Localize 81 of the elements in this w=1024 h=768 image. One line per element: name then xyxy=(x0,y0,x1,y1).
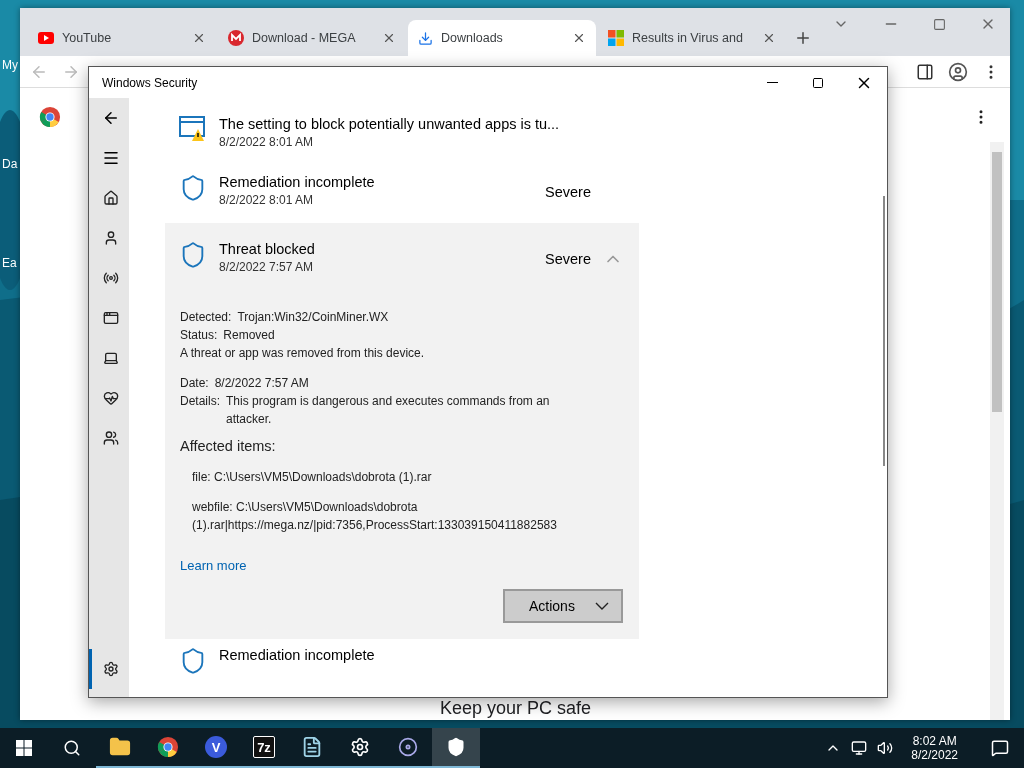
download-icon xyxy=(418,30,433,46)
desktop-icon-label[interactable]: My xyxy=(2,58,18,72)
severity-label: Severe xyxy=(545,183,591,200)
antenna-icon xyxy=(102,270,119,286)
page-heading: Keep your PC safe xyxy=(440,698,592,718)
window-title: Windows Security xyxy=(102,75,198,90)
side-panel-icon[interactable] xyxy=(916,62,934,81)
home-icon xyxy=(102,190,119,206)
tab-title: YouTube xyxy=(62,31,113,45)
menu-icon xyxy=(101,149,120,167)
heart-pulse-icon xyxy=(102,390,119,406)
four-squares-icon xyxy=(608,30,624,46)
m-logo-icon xyxy=(228,30,244,46)
item-time: 8/2/2022 8:01 AM xyxy=(219,192,315,207)
maximize-icon[interactable] xyxy=(933,17,946,31)
field-value: Trojan:Win32/CoinMiner.WX xyxy=(237,309,389,327)
video-icon xyxy=(38,32,54,44)
settings-icon xyxy=(350,737,370,757)
item-time: 8/2/2022 7:57 AM xyxy=(219,260,315,275)
window-warning-icon xyxy=(179,116,207,142)
window-icon xyxy=(102,310,119,326)
folder-icon xyxy=(109,736,131,758)
windows-logo-icon xyxy=(16,740,32,756)
taskbar-app[interactable]: V xyxy=(192,728,240,768)
laptop-icon xyxy=(102,350,119,366)
desktop-icon-label[interactable]: Da xyxy=(2,157,18,171)
desktop-icon-label[interactable]: Ea xyxy=(2,256,17,270)
close-icon[interactable] xyxy=(762,31,776,45)
speaker-icon[interactable] xyxy=(877,740,894,756)
history-item[interactable]: Threat blocked 8/2/2022 7:57 AM Severe xyxy=(165,223,639,287)
browser-tab[interactable]: Results in Virus and xyxy=(598,20,786,56)
tab-title: Download - MEGA xyxy=(252,31,357,45)
maximize-icon xyxy=(812,76,824,89)
profile-icon[interactable] xyxy=(948,61,968,82)
field-value: 8/2/2022 7:57 AM xyxy=(214,375,309,393)
item-title: Threat blocked xyxy=(219,241,316,258)
people-icon xyxy=(102,430,119,446)
close-icon[interactable] xyxy=(572,31,586,45)
minimize-icon xyxy=(766,82,778,83)
new-tab-icon[interactable] xyxy=(794,29,812,47)
settings-icon xyxy=(102,661,119,677)
search-icon xyxy=(63,739,81,757)
history-item[interactable]: Remediation incomplete xyxy=(165,639,639,697)
clock[interactable]: 8:02 AM 8/2/2022 xyxy=(903,734,966,762)
network-icon[interactable] xyxy=(851,740,868,756)
learn-more-link[interactable]: Learn more xyxy=(180,558,247,574)
taskbar-app[interactable]: 7z xyxy=(240,728,288,768)
actions-button[interactable]: Actions xyxy=(503,589,623,624)
item-title: Remediation incomplete xyxy=(219,647,376,664)
field-label: Detected: xyxy=(180,309,232,327)
chrome-logo-icon xyxy=(39,106,61,128)
chevron-down-icon xyxy=(595,602,609,611)
close-icon[interactable] xyxy=(382,31,396,45)
field-label: Status: xyxy=(180,327,218,345)
item-time: 8/2/2022 8:01 AM xyxy=(219,135,315,149)
section-heading: Affected items: xyxy=(180,438,277,455)
status-note: A threat or app was removed from this device. xyxy=(180,345,426,363)
field-value: This program is dangerous and executes commands from an attacker. xyxy=(226,393,551,429)
taskbar-app[interactable] xyxy=(432,728,480,768)
field-value: Removed xyxy=(223,327,275,345)
browser-tab[interactable]: YouTube xyxy=(28,20,216,56)
history-item[interactable]: The setting to block potentially unwanted apps is tu... 8/2/2022 8:01 AM xyxy=(165,108,639,166)
shield-icon xyxy=(446,737,466,757)
affected-item: file: C:\Users\VM5\Downloads\dobrota (1).rar xyxy=(191,469,433,487)
close-icon[interactable] xyxy=(192,31,206,45)
field-label: Details: xyxy=(180,393,220,411)
severity-label: Severe xyxy=(545,251,591,268)
item-title: The setting to block potentially unwanted apps is tu... xyxy=(219,116,561,132)
browser-tab[interactable]: Downloads xyxy=(408,20,596,56)
chrome-logo-icon xyxy=(157,736,179,758)
browser-tab[interactable]: Download - MEGA xyxy=(218,20,406,56)
speech-bubble-icon xyxy=(991,739,1009,757)
notepad-icon xyxy=(301,736,323,758)
scrollbar[interactable] xyxy=(990,142,1004,720)
tab-title: Downloads xyxy=(441,31,504,45)
field-label: Date: xyxy=(180,375,209,393)
tab-title: Results in Virus and xyxy=(632,31,744,45)
disc-icon xyxy=(398,737,418,757)
history-item[interactable]: Remediation incomplete 8/2/2022 8:01 AM Severe xyxy=(165,165,639,224)
affected-item: webfile: C:\Users\VM5\Downloads\dobrota (1).rar|https://mega.nz/|pid:7356,ProcessStart:133039150411882583 xyxy=(191,499,558,535)
item-title: Remediation incomplete xyxy=(219,173,376,190)
